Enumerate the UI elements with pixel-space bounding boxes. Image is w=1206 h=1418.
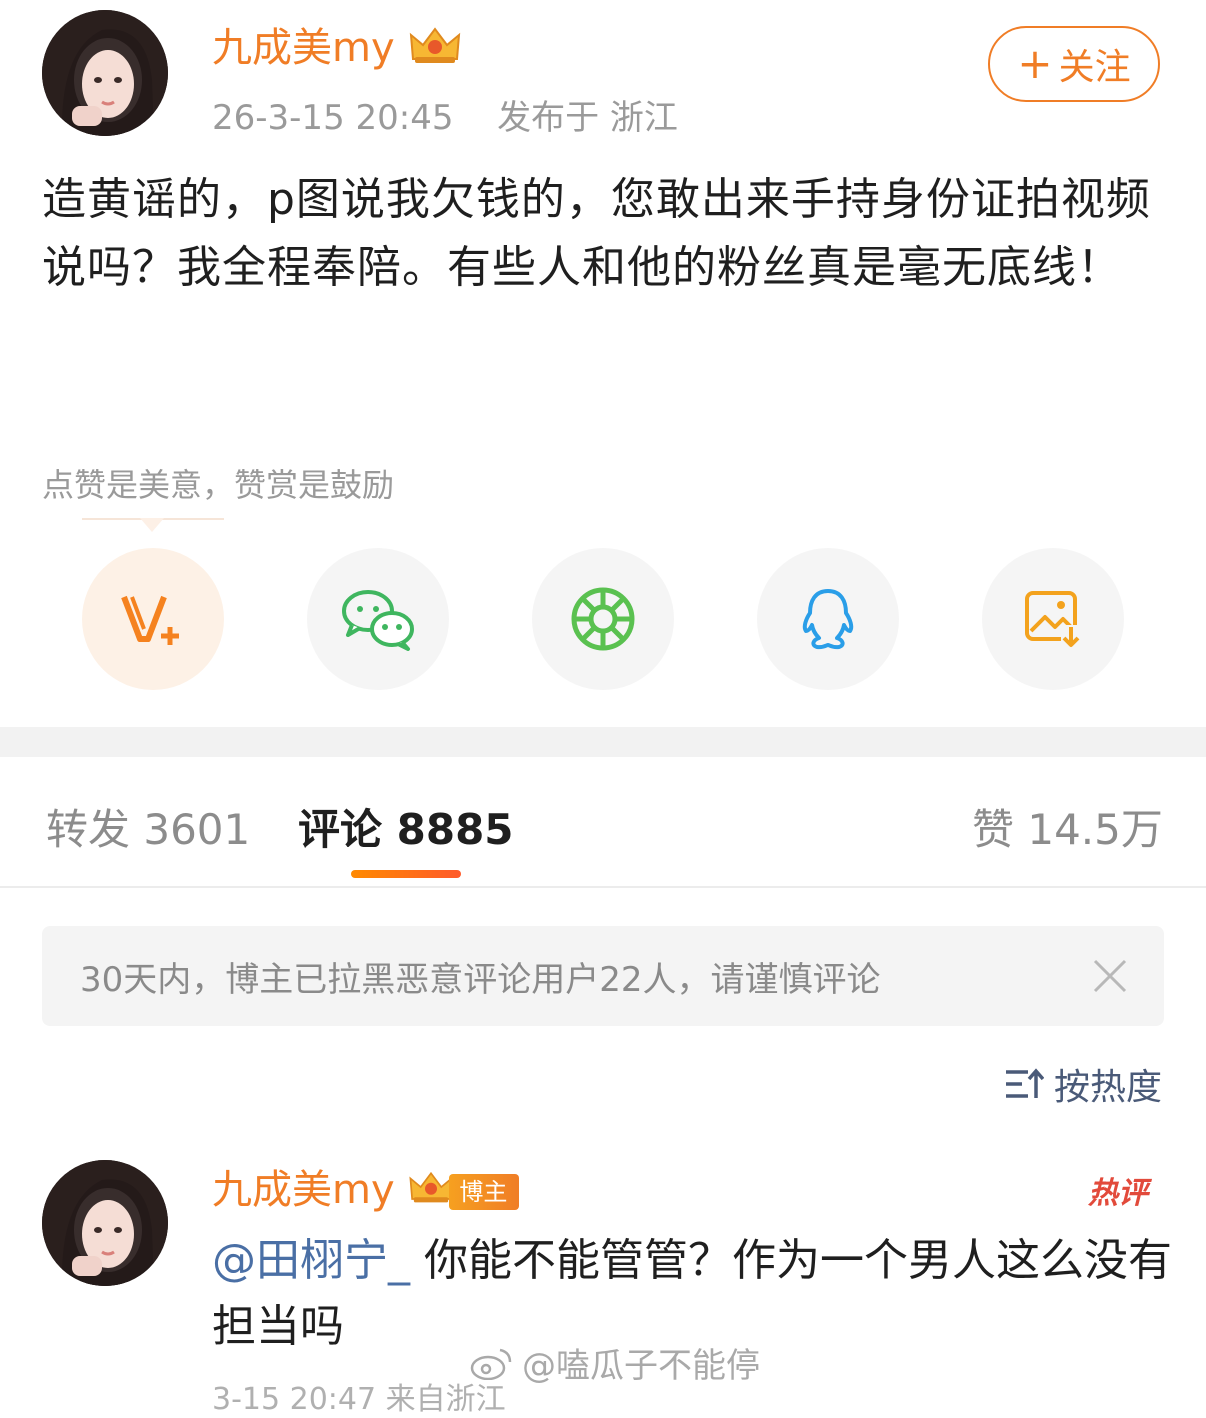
- reward-hint: 点赞是美意，赞赏是鼓励: [42, 466, 395, 504]
- reward-v-icon: [121, 595, 179, 645]
- close-icon[interactable]: [1092, 958, 1128, 994]
- author-name-row[interactable]: 九成美my: [212, 24, 463, 76]
- tab-comments[interactable]: 评论 8885: [298, 796, 514, 857]
- plus-icon: +: [1017, 39, 1053, 88]
- comment-notice-banner: 30天内，博主已拉黑恶意评论用户22人，请谨慎评论: [42, 926, 1164, 1026]
- comment-author-avatar[interactable]: [42, 1160, 168, 1286]
- author-name[interactable]: 九成美my: [212, 25, 395, 71]
- comment-meta: 3-15 20:47 来自浙江: [212, 1382, 506, 1417]
- sort-icon: [1006, 1068, 1044, 1098]
- wechat-icon: [342, 590, 414, 651]
- share-wechat-button[interactable]: [307, 548, 449, 690]
- watermark: @嗑瓜子不能停: [470, 1338, 760, 1387]
- follow-button[interactable]: + 关注: [988, 26, 1160, 102]
- tab-repost[interactable]: 转发 3601: [46, 796, 250, 857]
- post-timestamp: 26-3-15 20:45: [212, 98, 454, 138]
- save-image-icon: [1025, 591, 1083, 649]
- author-badge: 博主: [449, 1174, 520, 1210]
- tab-likes[interactable]: 赞 14.5万: [972, 796, 1163, 857]
- share-qq-button[interactable]: [757, 548, 899, 690]
- section-divider: [0, 727, 1206, 757]
- comment-author-name[interactable]: 九成美my: [212, 1167, 395, 1213]
- crown-badge-icon: [407, 1168, 455, 1216]
- qq-icon: [802, 589, 854, 650]
- reward-pointer: [140, 518, 164, 532]
- post-location: 发布于 浙江: [497, 98, 678, 138]
- sort-toggle[interactable]: 按热度: [1004, 1058, 1162, 1110]
- notice-text: 30天内，博主已拉黑恶意评论用户22人，请谨慎评论: [80, 959, 881, 1000]
- reward-button[interactable]: [82, 548, 224, 690]
- follow-label: 关注: [1058, 47, 1131, 88]
- watermark-text: @嗑瓜子不能停: [522, 1346, 760, 1386]
- tab-divider: [0, 886, 1206, 888]
- moments-icon: [571, 587, 635, 651]
- post-meta: 26-3-15 20:45 发布于 浙江: [212, 90, 678, 139]
- active-tab-indicator: [351, 870, 461, 878]
- crown-badge-icon: [407, 25, 463, 76]
- save-image-button[interactable]: [982, 548, 1124, 690]
- author-avatar[interactable]: [42, 10, 168, 136]
- share-moments-button[interactable]: [532, 548, 674, 690]
- hot-comment-tag: 热评: [1088, 1176, 1148, 1211]
- comment-mention-link[interactable]: @田栩宁_: [212, 1235, 410, 1286]
- post-text: 造黄谣的，p图说我欠钱的，您敢出来手持身份证拍视频说吗？我全程奉陪。有些人和他的…: [42, 174, 1151, 293]
- comment-author-row[interactable]: 九成美my 博主: [212, 1166, 520, 1216]
- sort-label: 按热度: [1054, 1067, 1163, 1108]
- weibo-logo-icon: [470, 1348, 512, 1380]
